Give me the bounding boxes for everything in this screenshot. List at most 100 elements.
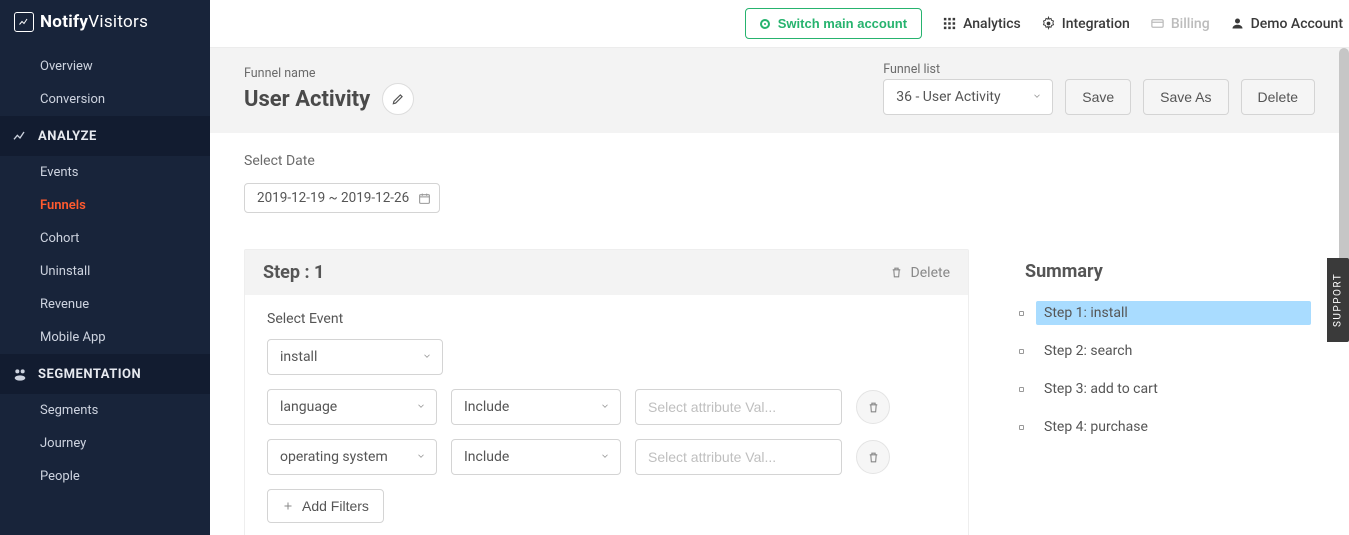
- save-as-button[interactable]: Save As: [1143, 79, 1228, 115]
- trash-icon: [867, 451, 880, 464]
- chevron-down-icon: [600, 399, 610, 415]
- trash-icon: [867, 401, 880, 414]
- gear-icon: [1041, 16, 1056, 31]
- top-link-billing[interactable]: Billing: [1150, 16, 1210, 32]
- event-select-row: install: [267, 339, 946, 375]
- select-value: language: [280, 399, 337, 415]
- bullet-icon: [1019, 387, 1024, 392]
- funnel-list-label: Funnel list: [883, 62, 1053, 77]
- summary-list: Step 1: install Step 2: search Step 3: a…: [1015, 294, 1315, 446]
- summary-item[interactable]: Step 2: search: [1015, 332, 1315, 370]
- sidebar-section-segmentation[interactable]: SEGMENTATION: [0, 354, 210, 394]
- bullet-icon: [1019, 311, 1024, 316]
- step-card: Step : 1 Delete Select Event install: [244, 249, 969, 535]
- switch-account-label: Switch main account: [778, 16, 907, 31]
- content: Funnel name User Activity Funnel list 36…: [210, 48, 1349, 535]
- top-link-label: Demo Account: [1251, 16, 1343, 32]
- summary-item[interactable]: Step 1: install: [1015, 294, 1315, 332]
- brand-text: NotifyVisitors: [40, 12, 148, 32]
- filter-mode-select[interactable]: Include: [451, 389, 621, 425]
- plus-icon: [282, 500, 294, 512]
- select-value: install: [280, 349, 317, 365]
- chevron-down-icon: [1032, 89, 1042, 105]
- sidebar-item-journey[interactable]: Journey: [0, 427, 210, 460]
- funnel-list-select[interactable]: 36 - User Activity: [883, 79, 1053, 115]
- trash-icon: [890, 266, 903, 279]
- chevron-down-icon: [422, 349, 432, 365]
- event-select[interactable]: install: [267, 339, 443, 375]
- user-icon: [1230, 16, 1245, 31]
- add-filters-button[interactable]: Add Filters: [267, 489, 384, 523]
- funnel-header-right: Funnel list 36 - User Activity Save Save…: [883, 62, 1315, 115]
- summary-item-label: Step 4: purchase: [1036, 415, 1311, 439]
- summary-title: Summary: [1015, 249, 1315, 294]
- summary-panel: Summary Step 1: install Step 2: search S…: [1015, 249, 1315, 535]
- top-link-label: Integration: [1062, 16, 1130, 32]
- chart-icon: [14, 12, 34, 32]
- sidebar-item-people[interactable]: People: [0, 460, 210, 493]
- summary-item[interactable]: Step 4: purchase: [1015, 408, 1315, 446]
- content-body: Select Date 2019-12-19 ~ 2019-12-26 Step…: [210, 133, 1349, 535]
- edit-funnel-name-button[interactable]: [382, 83, 414, 115]
- filter-value-input[interactable]: [635, 389, 842, 425]
- sidebar-item-overview[interactable]: Overview: [0, 50, 210, 83]
- sidebar-item-events[interactable]: Events: [0, 156, 210, 189]
- remove-filter-button[interactable]: [856, 390, 890, 424]
- sidebar-item-cohort[interactable]: Cohort: [0, 222, 210, 255]
- sidebar-item-funnels[interactable]: Funnels: [0, 189, 210, 222]
- sidebar-item-conversion[interactable]: Conversion: [0, 83, 210, 116]
- step-title: Step : 1: [263, 262, 324, 283]
- date-range-picker[interactable]: 2019-12-19 ~ 2019-12-26: [244, 183, 440, 213]
- delete-funnel-button[interactable]: Delete: [1241, 79, 1315, 115]
- filter-mode-select[interactable]: Include: [451, 439, 621, 475]
- filter-attribute-select[interactable]: language: [267, 389, 437, 425]
- step-body: Select Event install language: [245, 295, 968, 535]
- sidebar-item-mobile-app[interactable]: Mobile App: [0, 321, 210, 354]
- delete-step-button[interactable]: Delete: [890, 265, 950, 281]
- radio-dot-icon: [760, 19, 770, 29]
- funnel-list-block: Funnel list 36 - User Activity: [883, 62, 1053, 115]
- card-icon: [1150, 16, 1165, 31]
- select-value: 36 - User Activity: [896, 89, 1000, 105]
- select-value: Include: [464, 449, 509, 465]
- scrollbar-thumb[interactable]: [1339, 48, 1349, 268]
- top-link-integration[interactable]: Integration: [1041, 16, 1130, 32]
- switch-account-button[interactable]: Switch main account: [745, 8, 922, 39]
- summary-item-label: Step 1: install: [1036, 301, 1311, 325]
- funnel-header: Funnel name User Activity Funnel list 36…: [210, 48, 1349, 133]
- remove-filter-button[interactable]: [856, 440, 890, 474]
- top-link-label: Billing: [1171, 16, 1210, 32]
- topbar: Switch main account Analytics Integratio…: [210, 0, 1349, 48]
- summary-item[interactable]: Step 3: add to cart: [1015, 370, 1315, 408]
- step-and-summary: Step : 1 Delete Select Event install: [244, 249, 1315, 535]
- sidebar-section-label: ANALYZE: [38, 129, 97, 144]
- users-icon: [12, 366, 28, 382]
- select-event-label: Select Event: [267, 311, 946, 327]
- save-button[interactable]: Save: [1065, 79, 1131, 115]
- chevron-down-icon: [600, 449, 610, 465]
- chevron-down-icon: [416, 449, 426, 465]
- sidebar-section-label: SEGMENTATION: [38, 367, 141, 382]
- select-value: Include: [464, 399, 509, 415]
- sidebar: NotifyVisitors Overview Conversion ANALY…: [0, 0, 210, 535]
- top-link-label: Analytics: [963, 16, 1021, 32]
- select-value: operating system: [280, 449, 388, 465]
- filter-row: operating system Include: [267, 439, 946, 475]
- top-link-analytics[interactable]: Analytics: [942, 16, 1021, 32]
- sidebar-section-analyze[interactable]: ANALYZE: [0, 116, 210, 156]
- step-header: Step : 1 Delete: [245, 250, 968, 295]
- filter-value-input[interactable]: [635, 439, 842, 475]
- sidebar-item-uninstall[interactable]: Uninstall: [0, 255, 210, 288]
- select-date-label: Select Date: [244, 153, 1315, 169]
- brand-logo[interactable]: NotifyVisitors: [0, 0, 210, 50]
- analyze-icon: [12, 128, 28, 144]
- funnel-title-row: User Activity: [244, 83, 414, 115]
- summary-item-label: Step 2: search: [1036, 339, 1311, 363]
- filter-row: language Include: [267, 389, 946, 425]
- top-link-account[interactable]: Demo Account: [1230, 16, 1343, 32]
- date-range-value: 2019-12-19 ~ 2019-12-26: [257, 190, 409, 206]
- filter-attribute-select[interactable]: operating system: [267, 439, 437, 475]
- sidebar-item-segments[interactable]: Segments: [0, 394, 210, 427]
- sidebar-item-revenue[interactable]: Revenue: [0, 288, 210, 321]
- support-tab[interactable]: SUPPORT: [1327, 258, 1349, 342]
